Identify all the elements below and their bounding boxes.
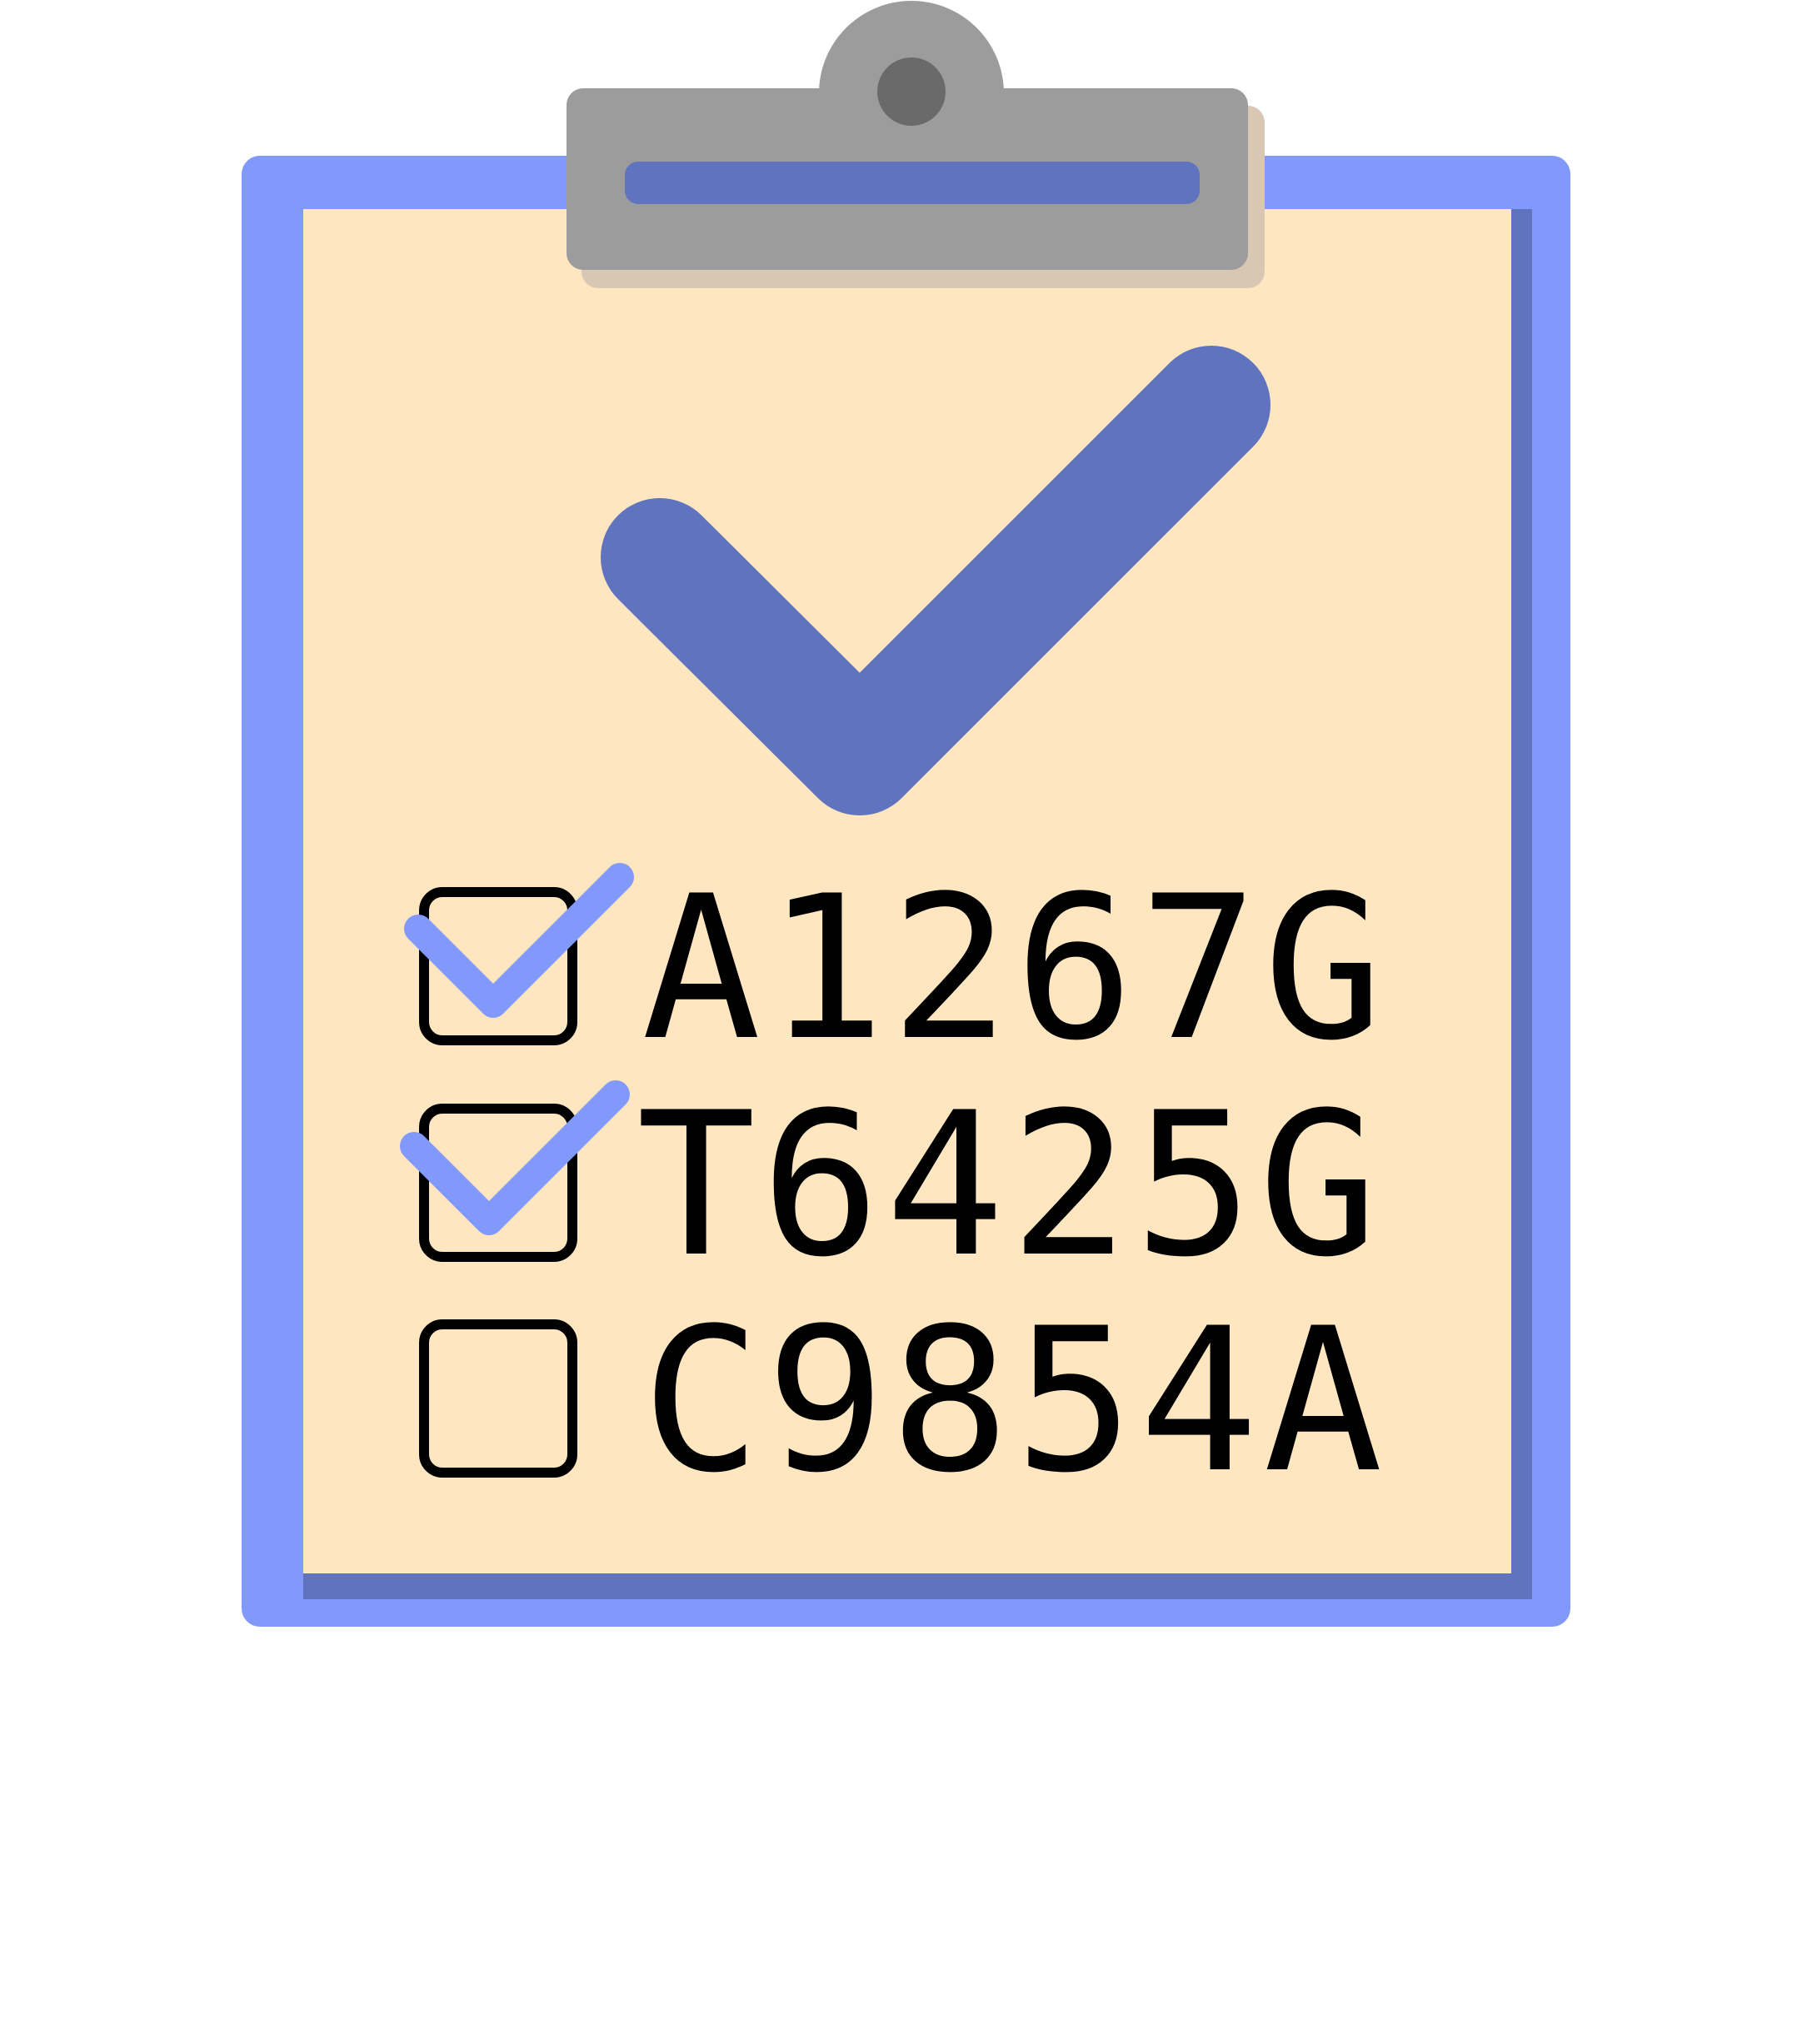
item-label: C9854A bbox=[641, 1286, 1388, 1517]
item-label: A1267G bbox=[641, 854, 1388, 1084]
clipboard-illustration: A1267G T6425G C9854A bbox=[242, 1, 1570, 1627]
clip-icon bbox=[567, 1, 1248, 270]
clip-hole bbox=[877, 57, 946, 126]
clip-slot bbox=[625, 162, 1200, 204]
item-label: T6425G bbox=[636, 1070, 1383, 1301]
